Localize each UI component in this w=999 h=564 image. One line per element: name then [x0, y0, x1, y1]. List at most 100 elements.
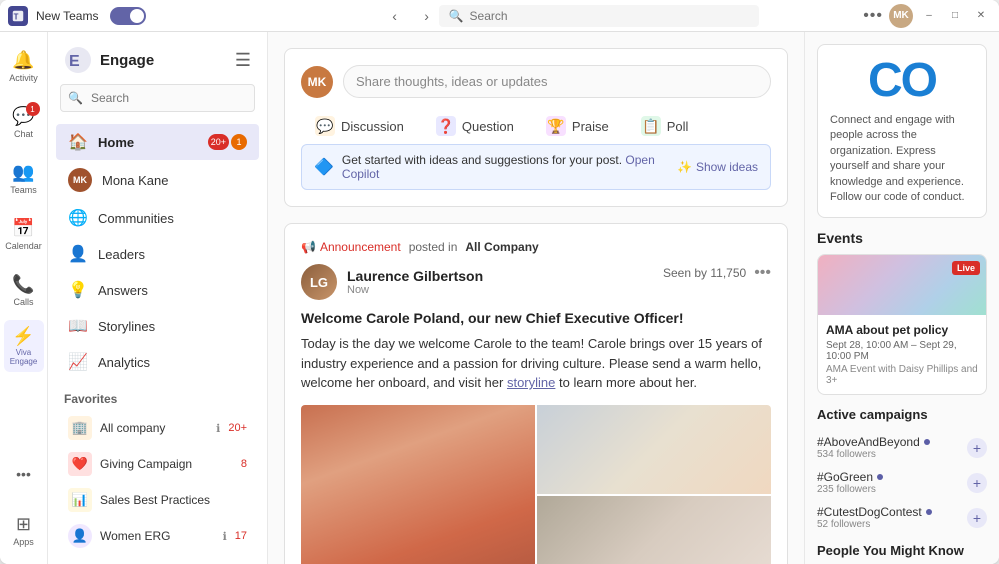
- teams-label: Teams: [10, 185, 37, 195]
- fav-item-giving-campaign[interactable]: ❤️ Giving Campaign 8: [56, 446, 259, 482]
- post-image-person: [301, 405, 535, 564]
- analytics-label: Analytics: [98, 355, 247, 370]
- favorites-section-title: Favorites: [48, 380, 267, 410]
- engage-logo-icon: E: [64, 46, 92, 74]
- teams-app-icon: T: [8, 6, 28, 26]
- calendar-label: Calendar: [5, 241, 42, 251]
- close-button[interactable]: ✕: [971, 6, 991, 26]
- post-header: 📢 Announcement posted in All Company: [301, 240, 771, 254]
- fav-item-all-company[interactable]: 🏢 All company ℹ 20+: [56, 410, 259, 446]
- author-info: Laurence Gilbertson Now: [347, 268, 483, 296]
- campaign-cutest-dog: #CutestDogContest 52 followers +: [817, 500, 987, 535]
- user-avatar[interactable]: MK: [889, 4, 913, 28]
- question-button[interactable]: ❓ Question: [422, 110, 528, 142]
- svg-text:T: T: [14, 12, 19, 21]
- show-ideas-label: Show ideas: [696, 160, 758, 174]
- event-time: Sept 28, 10:00 AM – Sept 29, 10:00 PM: [826, 340, 978, 362]
- campaign-3-dot: [926, 509, 932, 515]
- minimize-button[interactable]: –: [919, 6, 939, 26]
- event-card[interactable]: Live AMA about pet policy Sept 28, 10:00…: [817, 254, 987, 395]
- sparkle-icon: ✨: [677, 160, 692, 174]
- sidebar-item-storylines[interactable]: 📖 Storylines: [56, 308, 259, 344]
- titlebar-search-input[interactable]: [470, 9, 749, 23]
- campaign-1-name: #AboveAndBeyond: [817, 435, 920, 449]
- campaign-1-follow-button[interactable]: +: [967, 438, 987, 458]
- nav-item-chat[interactable]: 1 💬 Chat: [4, 96, 44, 148]
- discussion-button[interactable]: 💬 Discussion: [301, 110, 418, 142]
- new-teams-toggle[interactable]: [110, 7, 146, 25]
- titlebar-search-box[interactable]: 🔍: [439, 5, 759, 27]
- campaign-3-follow-button[interactable]: +: [967, 508, 987, 528]
- sidebar-item-mona-kane[interactable]: MK Mona Kane •••: [56, 160, 259, 200]
- home-icon: 🏠: [68, 132, 88, 152]
- titlebar-search-icon: 🔍: [449, 9, 464, 23]
- campaign-2-name: #GoGreen: [817, 470, 873, 484]
- calls-label: Calls: [13, 297, 33, 307]
- posted-in-label: posted in: [409, 240, 458, 254]
- answers-icon: 💡: [68, 280, 88, 300]
- sidebar-item-home[interactable]: 🏠 Home 20+ 1: [56, 124, 259, 160]
- copilot-icon: 🔷: [314, 157, 334, 177]
- event-live-badge: Live: [952, 261, 980, 275]
- poll-button[interactable]: 📋 Poll: [627, 110, 703, 142]
- mona-kane-avatar: MK: [68, 168, 92, 192]
- communities-section-title: Communities: [48, 554, 267, 564]
- nav-back-button[interactable]: ‹: [383, 4, 407, 28]
- co-logo-text: CO: [830, 57, 974, 105]
- home-badge-secondary: 1: [231, 134, 247, 150]
- sidebar-search-input[interactable]: [60, 84, 255, 112]
- feed: MK Share thoughts, ideas or updates 💬 Di…: [268, 32, 804, 564]
- content-area: MK Share thoughts, ideas or updates 💬 Di…: [268, 32, 999, 564]
- post-placeholder[interactable]: Share thoughts, ideas or updates: [343, 65, 771, 98]
- campaign-2-follow-button[interactable]: +: [967, 473, 987, 493]
- women-erg-info-icon: ℹ: [223, 530, 227, 543]
- question-label: Question: [462, 119, 514, 134]
- post-community[interactable]: All Company: [465, 240, 538, 254]
- campaign-name-2: #GoGreen: [817, 470, 967, 484]
- apps-icon: ⊞: [16, 514, 31, 535]
- sidebar-search-icon: 🔍: [68, 91, 83, 105]
- storylines-icon: 📖: [68, 316, 88, 336]
- event-title: AMA about pet policy: [826, 323, 978, 337]
- titlebar: T New Teams ‹ › 🔍 ••• MK – □ ✕: [0, 0, 999, 32]
- post-more-icon[interactable]: •••: [754, 264, 771, 282]
- show-ideas-button[interactable]: ✨ Show ideas: [677, 160, 758, 174]
- nav-item-teams[interactable]: 👥 Teams: [4, 152, 44, 204]
- nav-item-viva-engage[interactable]: ⚡ VivaEngage: [4, 320, 44, 372]
- maximize-button[interactable]: □: [945, 6, 965, 26]
- nav-item-calendar[interactable]: 📅 Calendar: [4, 208, 44, 260]
- sidebar-item-communities[interactable]: 🌐 Communities: [56, 200, 259, 236]
- more-options-button[interactable]: •••: [863, 7, 883, 25]
- nav-forward-button[interactable]: ›: [415, 4, 439, 28]
- nav-item-activity[interactable]: 🔔 Activity: [4, 40, 44, 92]
- sidebar-search[interactable]: 🔍: [60, 84, 255, 112]
- megaphone-icon: 📢: [301, 240, 316, 254]
- campaign-3-followers: 52 followers: [817, 519, 967, 530]
- discussion-icon: 💬: [315, 116, 335, 136]
- fav-item-sales-best-practices[interactable]: 📊 Sales Best Practices: [56, 482, 259, 518]
- praise-button[interactable]: 🏆 Praise: [532, 110, 623, 142]
- sidebar-item-analytics[interactable]: 📈 Analytics: [56, 344, 259, 380]
- giving-campaign-label: Giving Campaign: [100, 457, 233, 471]
- storyline-link[interactable]: storyline: [507, 375, 555, 390]
- copilot-bar: 🔷 Get started with ideas and suggestions…: [301, 144, 771, 190]
- leaders-icon: 👤: [68, 244, 88, 264]
- post-title: Welcome Carole Poland, our new Chief Exe…: [301, 310, 771, 326]
- nav-item-calls[interactable]: 📞 Calls: [4, 264, 44, 316]
- nav-item-more[interactable]: •••: [4, 448, 44, 500]
- titlebar-center: ‹ › 🔍: [278, 4, 863, 28]
- nav-item-apps[interactable]: ⊞ Apps: [4, 504, 44, 556]
- sidebar-menu-icon[interactable]: ☰: [235, 50, 251, 71]
- post-meta-right: Seen by 11,750 •••: [663, 264, 771, 282]
- sidebar-item-leaders[interactable]: 👤 Leaders: [56, 236, 259, 272]
- events-title: Events: [817, 230, 987, 246]
- praise-icon: 🏆: [546, 116, 566, 136]
- poll-icon: 📋: [641, 116, 661, 136]
- sales-best-practices-label: Sales Best Practices: [100, 493, 247, 507]
- fav-item-women-erg[interactable]: 👤 Women ERG ℹ 17: [56, 518, 259, 554]
- campaign-name-3: #CutestDogContest: [817, 505, 967, 519]
- all-company-count: 20+: [228, 422, 247, 434]
- sidebar-item-answers[interactable]: 💡 Answers: [56, 272, 259, 308]
- post-body-text2: to learn more about her.: [559, 375, 697, 390]
- calendar-icon: 📅: [12, 218, 34, 239]
